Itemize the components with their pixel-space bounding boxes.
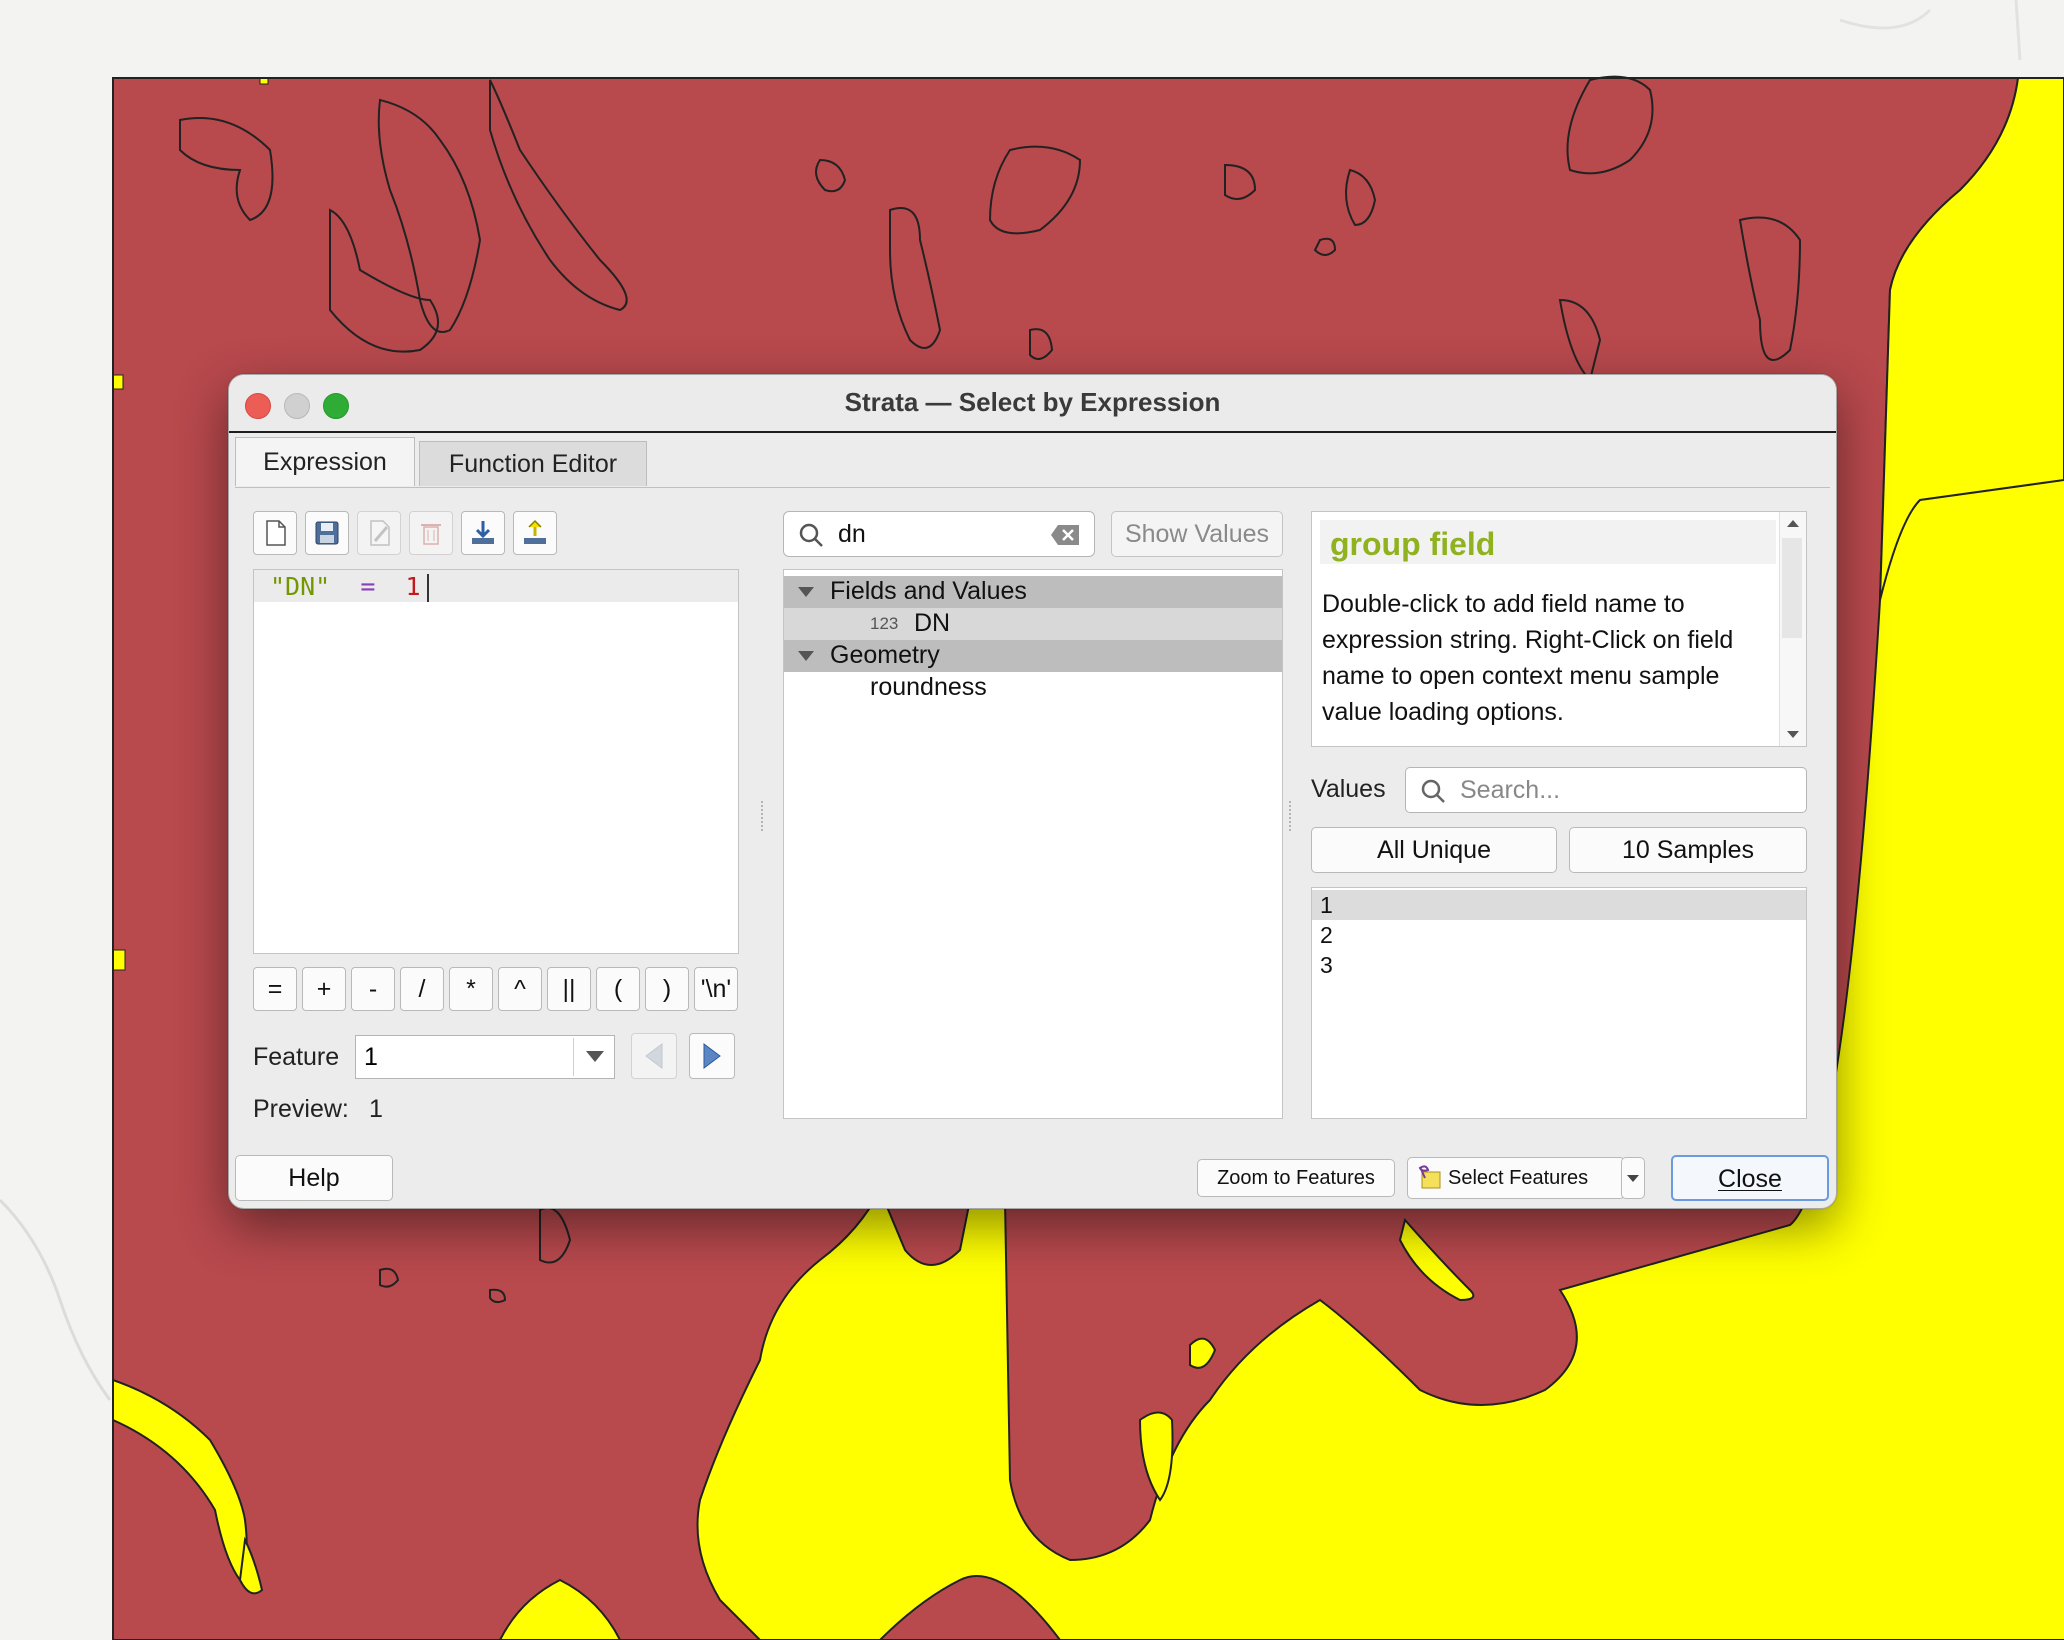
help-title: group field [1330,526,1496,562]
next-feature-button[interactable] [689,1033,735,1079]
tree-item-dn[interactable]: 123 DN [784,608,1282,640]
edit-expression-button[interactable] [357,511,401,555]
new-file-icon [266,520,286,546]
select-features-menu-button[interactable] [1621,1157,1645,1199]
operator-close-paren-button[interactable]: ) [645,967,689,1011]
values-search-placeholder: Search... [1460,776,1561,804]
operator-concat-button[interactable]: || [547,967,591,1011]
expression-editor[interactable]: "DN" = 1 [253,569,739,954]
previous-feature-button[interactable] [631,1033,677,1079]
edit-icon [370,520,390,546]
expand-arrow-icon[interactable] [798,651,814,661]
number-type-badge: 123 [870,614,899,633]
export-icon [524,519,546,544]
import-expression-button[interactable] [461,511,505,555]
expression-operator-token: = [360,572,376,601]
save-expression-button[interactable] [305,511,349,555]
zoom-to-features-button[interactable]: Zoom to Features [1197,1159,1395,1197]
import-icon [472,521,494,544]
left-splitter-handle[interactable] [761,801,766,831]
delete-expression-button[interactable] [409,511,453,555]
window-title: Strata — Select by Expression [844,387,1221,417]
search-icon [799,523,823,547]
clear-text-icon [1051,525,1079,545]
values-list: 1 2 3 [1311,887,1807,1119]
function-search-text: dn [838,520,866,548]
values-search-input[interactable]: Search... [1405,767,1807,813]
chevron-down-icon [1627,1175,1639,1182]
select-features-label: Select Features [1448,1167,1589,1189]
scroll-down-icon [1787,731,1799,738]
expression-field-token: "DN" [270,572,331,601]
scrollbar-thumb[interactable] [1782,538,1802,638]
expand-arrow-icon[interactable] [798,587,814,597]
list-item[interactable]: 2 [1312,920,1806,950]
function-tree: Fields and Values 123 DN Geometry roundn… [783,569,1283,1119]
operator-minus-button[interactable]: - [351,967,395,1011]
ten-samples-button[interactable]: 10 Samples [1569,827,1807,873]
feature-combobox[interactable]: 1 [355,1035,615,1079]
select-by-expression-dialog: Strata — Select by Expression Expression… [228,374,1837,1209]
show-values-button[interactable]: Show Values [1111,511,1283,557]
close-label: Close [1718,1165,1782,1193]
export-expression-button[interactable] [513,511,557,555]
expression-code[interactable]: "DN" = 1 [270,572,429,602]
delete-icon [421,524,441,545]
help-button[interactable]: Help [235,1155,393,1201]
arrow-right-icon [703,1043,721,1069]
tree-item-roundness[interactable]: roundness [784,672,1282,704]
tree-group-fields-and-values[interactable]: Fields and Values [784,576,1282,608]
right-splitter-handle[interactable] [1289,801,1294,831]
text-caret [426,574,429,602]
feature-value: 1 [364,1043,378,1071]
close-button[interactable]: Close [1671,1155,1829,1201]
arrow-left-icon [645,1043,663,1069]
help-body: Double-click to add field name to expres… [1322,590,1734,726]
operator-power-button[interactable]: ^ [498,967,542,1011]
all-unique-button[interactable]: All Unique [1311,827,1557,873]
operator-multiply-button[interactable]: * [449,967,493,1011]
operator-newline-button[interactable]: '\n' [694,967,738,1011]
operator-plus-button[interactable]: + [302,967,346,1011]
help-panel: group field Double-click to add field na… [1311,511,1807,747]
tree-group-geometry[interactable]: Geometry [784,640,1282,672]
preview-value: 1 [369,1095,383,1123]
expression-value-token: 1 [405,572,421,601]
save-icon [315,521,339,545]
chevron-down-icon[interactable] [586,1051,604,1062]
tab-function-editor[interactable]: Function Editor [419,441,647,486]
new-expression-button[interactable] [253,511,297,555]
operator-divide-button[interactable]: / [400,967,444,1011]
preview-label: Preview: [253,1095,349,1123]
list-item[interactable]: 3 [1312,950,1806,980]
operator-equals-button[interactable]: = [253,967,297,1011]
tab-divider [235,487,1830,488]
function-search-input[interactable]: dn [783,511,1095,557]
select-features-button[interactable]: Select Features [1407,1157,1625,1199]
search-icon [1421,779,1445,803]
operator-open-paren-button[interactable]: ( [596,967,640,1011]
list-item[interactable]: 1 [1312,890,1806,920]
tab-expression[interactable]: Expression [235,437,415,486]
select-expression-icon [1418,1165,1441,1189]
help-scrollbar[interactable] [1779,512,1806,746]
title-bar[interactable]: Strata — Select by Expression [229,375,1836,433]
feature-label: Feature [253,1043,340,1071]
values-label: Values [1311,775,1386,803]
scroll-up-icon [1787,520,1799,527]
